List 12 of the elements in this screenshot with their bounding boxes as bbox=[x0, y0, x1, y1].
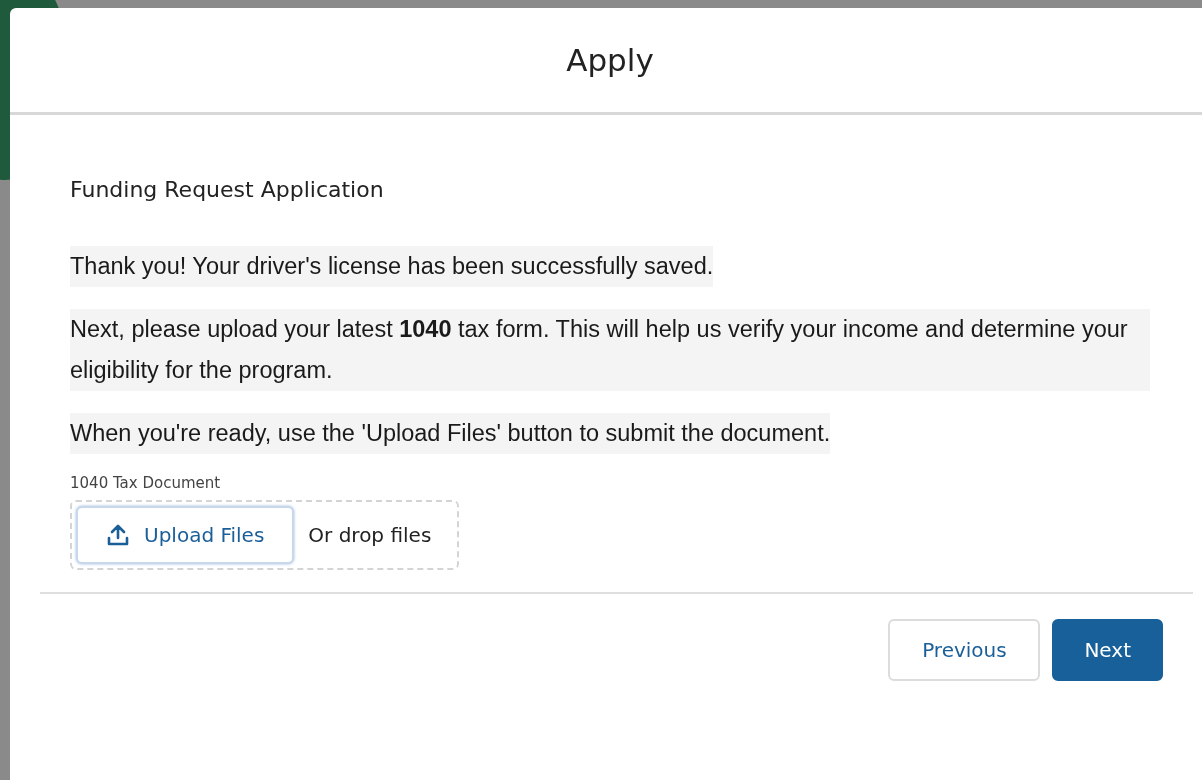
modal-title: Apply bbox=[566, 40, 654, 80]
file-drop-zone[interactable]: Upload Files Or drop files bbox=[70, 499, 460, 570]
message-paragraph: When you're ready, use the 'Upload Files' button to submit the document. bbox=[70, 413, 831, 454]
next-button[interactable]: Next bbox=[1052, 618, 1163, 681]
message-paragraph: Next, please upload your latest 1040 tax form. This will help us verify your income and determine your eligibility for the program. bbox=[70, 309, 1150, 391]
form-title: Funding Request Application bbox=[70, 176, 385, 204]
upload-icon bbox=[106, 522, 130, 547]
field-label: 1040 Tax Document bbox=[70, 473, 222, 494]
message-paragraph: Thank you! Your driver's license has been successfully saved. bbox=[70, 246, 714, 287]
previous-button[interactable]: Previous bbox=[888, 618, 1041, 681]
drop-files-text: Or drop files bbox=[308, 521, 432, 549]
upload-files-button[interactable]: Upload Files bbox=[76, 505, 295, 564]
